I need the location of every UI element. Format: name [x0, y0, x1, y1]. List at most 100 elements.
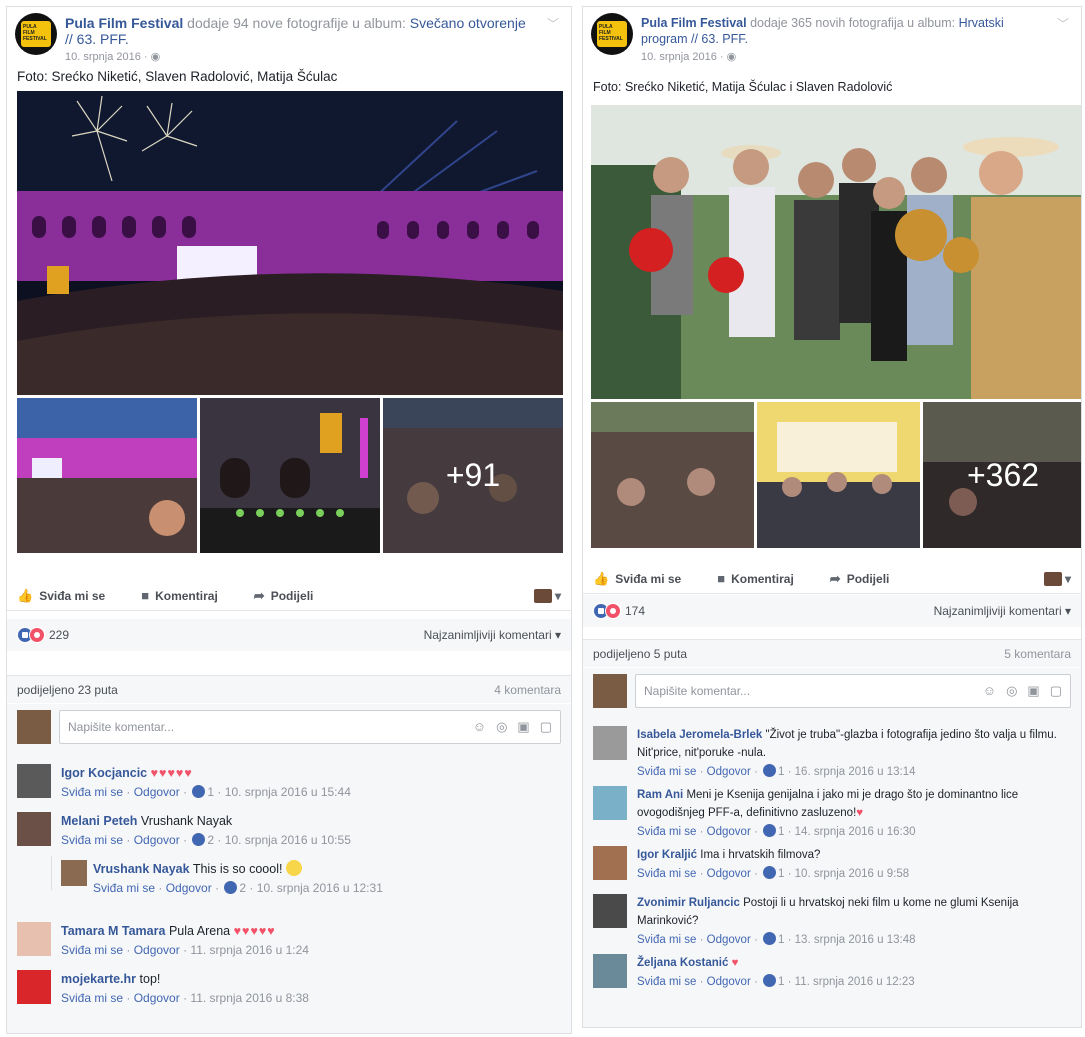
thumb-photo-3[interactable]: +362 [923, 402, 1081, 548]
emoji-icon[interactable]: ☺ [983, 683, 996, 699]
comment-author[interactable]: Isabela Jeromela-Brlek [637, 729, 762, 741]
like-button[interactable]: 👍 Sviđa mi se [17, 588, 105, 604]
love-reaction-icon[interactable] [605, 603, 621, 619]
comment-reply-link[interactable]: Odgovor [134, 785, 180, 799]
sticker-icon[interactable]: ▢ [540, 719, 552, 735]
chevron-down-icon[interactable]: ﹀ [547, 15, 559, 32]
comment-time[interactable]: 10. srpnja 2016 u 10:55 [225, 833, 351, 847]
post-as-selector[interactable]: ▾ [533, 588, 561, 603]
comment-like-link[interactable]: Sviđa mi se [61, 943, 123, 957]
avatar[interactable] [17, 812, 51, 846]
post-date[interactable]: 10. srpnja 2016 · [641, 51, 724, 63]
reaction-count[interactable]: 174 [625, 604, 645, 618]
page-avatar[interactable]: PULA FILM FESTIVAL [15, 13, 57, 55]
comment-input[interactable]: Napišite komentar... ☺ ◎ ▣ ▢ [59, 710, 561, 744]
page-name-link[interactable]: Pula Film Festival [65, 15, 183, 31]
post-date[interactable]: 10. srpnja 2016 · [65, 51, 148, 63]
comment-time[interactable]: 10. srpnja 2016 u 15:44 [225, 785, 351, 799]
avatar[interactable] [17, 764, 51, 798]
avatar[interactable] [593, 894, 627, 928]
chevron-down-icon[interactable]: ﹀ [1057, 15, 1069, 32]
share-button[interactable]: ➦ Podijeli [254, 588, 314, 604]
comment-like-link[interactable]: Sviđa mi se [93, 881, 155, 895]
thumb-photo-1[interactable] [591, 402, 754, 548]
reaction-count[interactable]: 229 [49, 628, 69, 642]
comment-like-link[interactable]: Sviđa mi se [637, 934, 696, 946]
comment-time[interactable]: 14. srpnja 2016 u 16:30 [795, 826, 916, 838]
thumb-photo-2[interactable] [200, 398, 380, 553]
comment-time[interactable]: 16. srpnja 2016 u 13:14 [795, 766, 916, 778]
comment-author[interactable]: Vrushank Nayak [93, 862, 190, 876]
avatar[interactable] [593, 954, 627, 988]
thumb-photo-3[interactable]: +91 [383, 398, 563, 553]
comment-author[interactable]: Tamara M Tamara [61, 924, 165, 938]
avatar[interactable] [593, 726, 627, 760]
comment-author[interactable]: Zvonimir Ruljancic [637, 897, 740, 909]
comment-author[interactable]: Ram Ani [637, 789, 683, 801]
comment-time[interactable]: 13. srpnja 2016 u 13:48 [795, 934, 916, 946]
comment-reply-link[interactable]: Odgovor [707, 934, 751, 946]
action-text: dodaje 365 novih fotografija u album: [750, 16, 956, 30]
share-button[interactable]: ➦ Podijeli [830, 571, 890, 587]
gif-icon[interactable]: ▣ [1027, 683, 1039, 699]
comment-time[interactable]: 11. srpnja 2016 u 12:23 [795, 976, 915, 988]
avatar[interactable] [593, 786, 627, 820]
comment-time[interactable]: 10. srpnja 2016 u 9:58 [795, 868, 909, 880]
comment-reply-link[interactable]: Odgovor [166, 881, 212, 895]
action-text: dodaje 94 nove fotografije u album: [187, 15, 406, 31]
comment-count[interactable]: 5 komentara [1004, 647, 1071, 661]
comment-button[interactable]: ■ Komentiraj [717, 571, 794, 586]
love-reaction-icon[interactable] [29, 627, 45, 643]
more-photos-overlay[interactable]: +91 [383, 398, 563, 553]
comment-author[interactable]: mojekarte.hr [61, 972, 136, 986]
main-photo[interactable] [591, 105, 1081, 399]
avatar[interactable] [61, 860, 87, 886]
comment-time[interactable]: 11. srpnja 2016 u 8:38 [190, 991, 309, 1005]
comment-author[interactable]: Igor Kocjancic [61, 766, 147, 780]
comment-like-link[interactable]: Sviđa mi se [637, 976, 696, 988]
comment-time[interactable]: 10. srpnja 2016 u 12:31 [257, 881, 383, 895]
action-bar: 👍 Sviđa mi se ■ Komentiraj ➦ Podijeli ▾ [583, 564, 1081, 594]
comment-input[interactable]: Napišite komentar... ☺ ◎ ▣ ▢ [635, 674, 1071, 708]
main-photo[interactable] [17, 91, 563, 395]
like-button[interactable]: 👍 Sviđa mi se [593, 571, 681, 587]
comment-author[interactable]: Igor Kraljić [637, 849, 697, 861]
more-photos-overlay[interactable]: +362 [923, 402, 1081, 548]
camera-icon[interactable]: ◎ [496, 719, 507, 735]
comment-like-link[interactable]: Sviđa mi se [61, 833, 123, 847]
comment-reply-link[interactable]: Odgovor [707, 868, 751, 880]
avatar[interactable] [593, 846, 627, 880]
avatar[interactable] [17, 922, 51, 956]
post-as-selector[interactable]: ▾ [1043, 571, 1071, 586]
comment-reply-link[interactable]: Odgovor [134, 991, 180, 1005]
sticker-icon[interactable]: ▢ [1050, 683, 1062, 699]
share-count-link[interactable]: podijeljeno 5 puta [593, 647, 687, 661]
comment-sort-dropdown[interactable]: Najzanimljiviji komentari ▾ [934, 604, 1071, 618]
comment-button[interactable]: ■ Komentiraj [141, 588, 218, 603]
comment-time[interactable]: 11. srpnja 2016 u 1:24 [190, 943, 309, 957]
thumb-photo-1[interactable] [17, 398, 197, 553]
page-name-link[interactable]: Pula Film Festival [641, 16, 747, 30]
emoji-icon[interactable]: ☺ [473, 719, 486, 735]
gif-icon[interactable]: ▣ [517, 719, 529, 735]
comment-like-link[interactable]: Sviđa mi se [637, 766, 696, 778]
comment-author[interactable]: Melani Peteh [61, 814, 137, 828]
camera-icon[interactable]: ◎ [1006, 683, 1017, 699]
avatar[interactable] [17, 970, 51, 1004]
page-avatar[interactable]: PULA FILM FESTIVAL [591, 13, 633, 55]
globe-icon: ◉ [150, 51, 161, 63]
comment-author[interactable]: Željana Kostanić [637, 957, 728, 969]
thumb-photo-2[interactable] [757, 402, 920, 548]
comment-sort-dropdown[interactable]: Najzanimljiviji komentari ▾ [424, 628, 561, 642]
comment-reply-link[interactable]: Odgovor [134, 833, 180, 847]
comment-like-link[interactable]: Sviđa mi se [61, 785, 123, 799]
comment-reply-link[interactable]: Odgovor [134, 943, 180, 957]
comment-count[interactable]: 4 komentara [494, 683, 561, 697]
comment-reply-link[interactable]: Odgovor [707, 826, 751, 838]
share-count-link[interactable]: podijeljeno 23 puta [17, 683, 118, 697]
comment-reply-link[interactable]: Odgovor [707, 976, 751, 988]
comment-reply-link[interactable]: Odgovor [707, 766, 751, 778]
comment-like-link[interactable]: Sviđa mi se [61, 991, 123, 1005]
comment-like-link[interactable]: Sviđa mi se [637, 826, 696, 838]
comment-like-link[interactable]: Sviđa mi se [637, 868, 696, 880]
